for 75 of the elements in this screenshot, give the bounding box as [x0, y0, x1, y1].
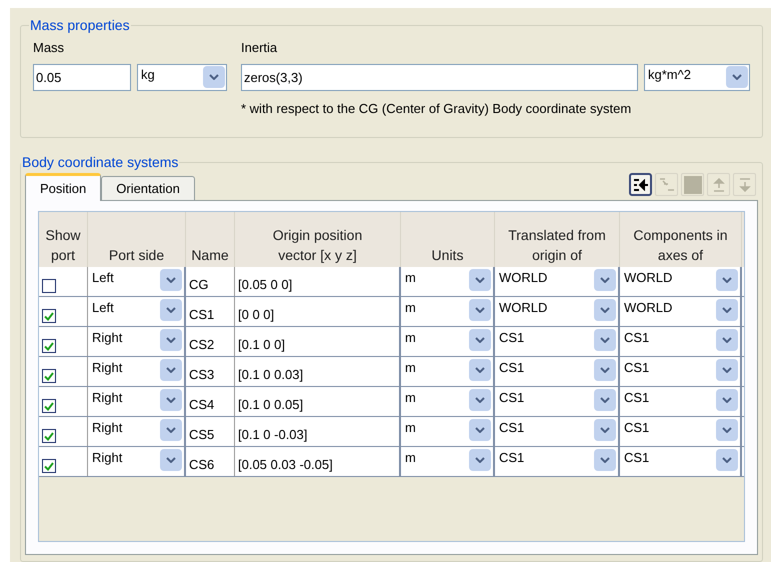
section-title: Mass properties [29, 16, 131, 35]
caret-icon [469, 389, 491, 411]
column-header: Port side [108, 246, 164, 265]
caret-icon [469, 299, 491, 321]
caret-icon [469, 359, 491, 381]
field-label: Mass [33, 39, 66, 57]
caret-icon [160, 329, 182, 351]
table-cell-text: [0.05 0.03 -0.05] [238, 456, 333, 474]
column-header: Show port [45, 226, 81, 265]
table-cell-text: CS3 [189, 366, 214, 384]
column-header: Name [191, 246, 229, 265]
caret-icon [469, 419, 491, 441]
column-header: Units [432, 246, 464, 265]
caret-icon [594, 329, 616, 351]
checkbox[interactable] [42, 399, 56, 413]
caret-icon [160, 299, 182, 321]
caret-icon [716, 329, 738, 351]
insert-row-icon [632, 178, 648, 190]
caret-icon [160, 419, 182, 441]
tab[interactable]: Position [25, 173, 102, 201]
checkbox[interactable] [42, 369, 56, 383]
caret-icon [160, 449, 182, 471]
table-cell-text: [0.05 0 0] [238, 276, 292, 294]
caret-icon [716, 299, 738, 321]
table-cell-text: [0.1 0 0.03] [238, 366, 304, 384]
dropdown[interactable]: kg [137, 64, 227, 90]
checkbox[interactable] [42, 279, 56, 293]
dropdown[interactable]: kg*m^2 [644, 64, 750, 90]
footnote: * with respect to the CG (Center of Gravity) Body coordinate system [241, 100, 632, 118]
move-down-icon [738, 178, 750, 192]
caret-icon [469, 269, 491, 291]
checkbox[interactable] [42, 309, 56, 323]
caret-icon [716, 359, 738, 381]
caret-icon [716, 269, 738, 291]
caret-icon [160, 359, 182, 381]
toolbar-button[interactable] [629, 173, 652, 196]
inertia-field[interactable]: zeros(3,3) [241, 64, 638, 90]
caret-icon [716, 449, 738, 471]
caret-icon [716, 419, 738, 441]
caret-icon [203, 66, 225, 88]
caret-icon [594, 269, 616, 291]
caret-icon [160, 389, 182, 411]
column-header: Origin position vector [x y z] [272, 226, 362, 265]
table-cell-text: CS1 [189, 306, 214, 324]
caret-icon [469, 329, 491, 351]
mass-field[interactable]: 0.05 [33, 64, 131, 90]
table-cell-text: [0.1 0 -0.03] [238, 426, 308, 444]
checkbox[interactable] [42, 429, 56, 443]
caret-icon [726, 66, 748, 88]
table-cell-text: CS2 [189, 336, 214, 354]
table-cell-text: CS5 [189, 426, 214, 444]
caret-icon [594, 389, 616, 411]
column-header: Translated from origin of [508, 226, 606, 265]
table-cell-text: [0.1 0 0.05] [238, 396, 304, 414]
caret-icon [469, 449, 491, 471]
caret-icon [594, 299, 616, 321]
table-cell-text: CG [189, 276, 208, 294]
table-cell-text: [0.1 0 0] [238, 336, 285, 354]
table-cell-text: [0 0 0] [238, 306, 274, 324]
checkbox[interactable] [42, 339, 56, 353]
caret-icon [716, 389, 738, 411]
checkbox[interactable] [42, 459, 56, 473]
caret-icon [594, 419, 616, 441]
field-label: Inertia [241, 39, 278, 57]
caret-icon [594, 449, 616, 471]
caret-icon [594, 359, 616, 381]
tab[interactable]: Orientation [101, 176, 195, 200]
move-up-icon [712, 178, 724, 192]
column-header: Components in axes of [633, 226, 728, 265]
indent-lines-icon [658, 178, 674, 192]
caret-icon [160, 269, 182, 291]
table-cell-text: CS6 [189, 456, 214, 474]
square-icon [684, 176, 702, 194]
section-title: Body coordinate systems [21, 153, 180, 172]
table-cell-text: CS4 [189, 396, 214, 414]
